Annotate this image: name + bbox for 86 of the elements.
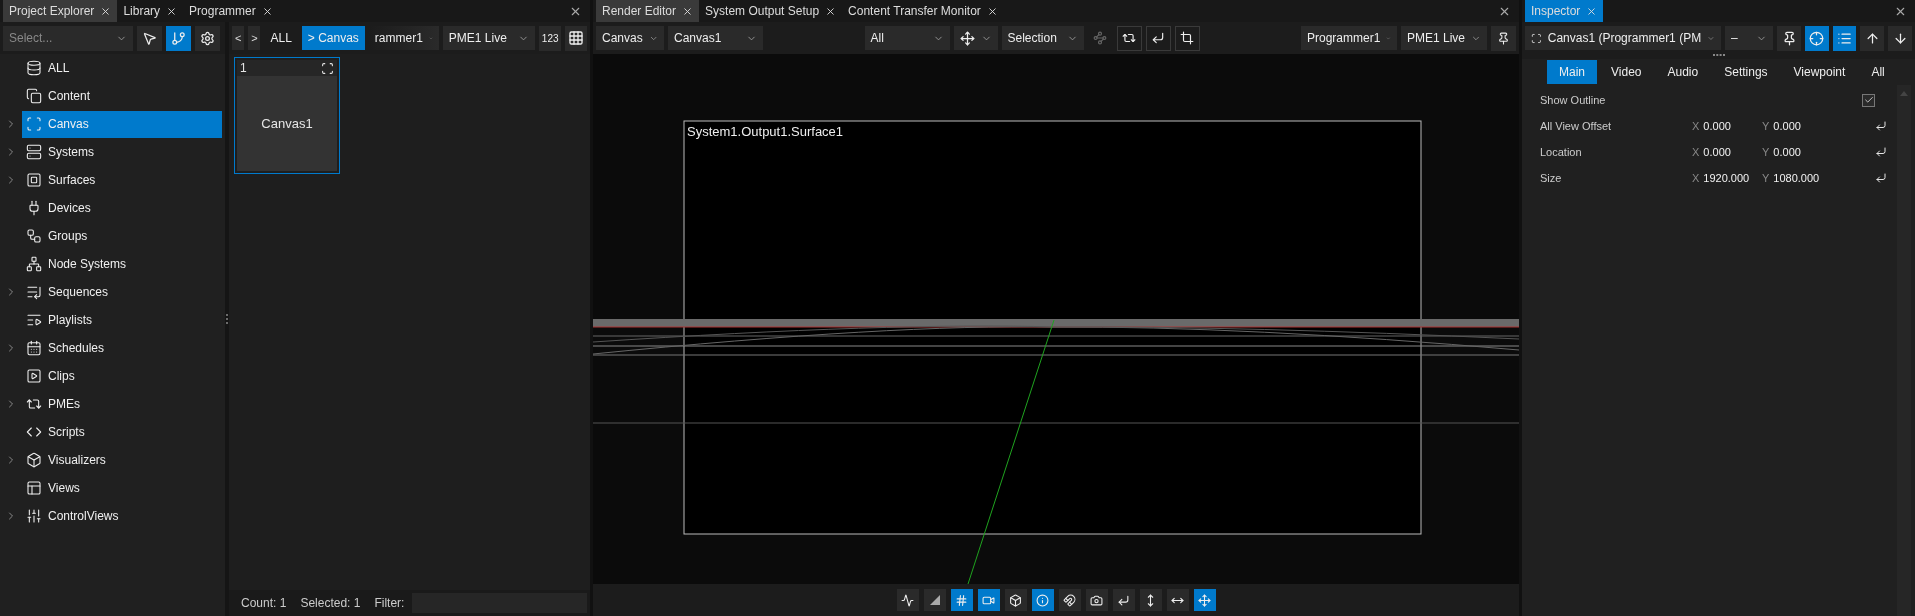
sidebar-item-label: Content xyxy=(48,89,91,103)
sub-tab[interactable]: All xyxy=(1859,60,1897,84)
sidebar-item-label: Systems xyxy=(48,145,94,159)
selected-count-text: Selected: 1 xyxy=(300,596,361,610)
property-value[interactable]: 0.000 xyxy=(1773,146,1801,158)
dropdown[interactable]: Programmer1 xyxy=(1301,26,1397,50)
mode-dropdown[interactable]: – xyxy=(1725,26,1774,50)
sidebar-item-label: Playlists xyxy=(48,313,92,327)
sidebar-item-label: Groups xyxy=(48,229,88,243)
sidebar-item[interactable]: Devices xyxy=(22,194,222,222)
dropdown[interactable]: Canvas1 xyxy=(668,26,763,50)
tab[interactable]: Project Explorer xyxy=(3,0,118,22)
sidebar-item[interactable]: Visualizers xyxy=(22,446,222,474)
dropdown[interactable]: PME1 Live xyxy=(442,26,536,50)
tile-name: Canvas1 xyxy=(261,116,313,131)
sidebar-item[interactable]: Canvas xyxy=(22,110,222,138)
sidebar-item[interactable]: Scripts xyxy=(22,418,222,446)
select-dropdown[interactable]: Select... xyxy=(3,25,133,51)
sidebar-item-label: Scripts xyxy=(48,425,85,439)
tab[interactable]: Content Transfer Monitor xyxy=(842,0,1004,22)
object-dropdown[interactable]: Canvas1 (Programmer1 (PM xyxy=(1525,26,1721,50)
tab[interactable]: System Output Setup xyxy=(699,0,843,22)
property-value[interactable]: 0.000 xyxy=(1703,120,1731,132)
viewport[interactable]: System1.Output1.Surface1 xyxy=(593,54,1519,584)
sidebar-item[interactable]: Views xyxy=(22,474,222,502)
sub-tab[interactable]: Viewpoint xyxy=(1781,60,1858,84)
tab[interactable]: Programmer xyxy=(183,0,279,22)
tab[interactable]: Library xyxy=(117,0,184,22)
sidebar-item-label: PMEs xyxy=(48,397,80,411)
sidebar-item-label: Clips xyxy=(48,369,75,383)
property-value[interactable]: 0.000 xyxy=(1773,120,1801,132)
forward-button[interactable]: > xyxy=(248,26,261,50)
axis-label: Y xyxy=(1762,172,1770,184)
sidebar-item[interactable]: ALL xyxy=(22,54,222,82)
sidebar-item-label: Devices xyxy=(48,201,91,215)
sidebar-item-label: ControlViews xyxy=(48,509,119,523)
sidebar-item-label: Surfaces xyxy=(48,173,96,187)
count-text: Count: 1 xyxy=(241,596,287,610)
property-value[interactable]: 1080.000 xyxy=(1773,172,1820,184)
sidebar-item[interactable]: ControlViews xyxy=(22,502,222,530)
sidebar-item-label: Sequences xyxy=(48,285,109,299)
sub-tab[interactable]: Settings xyxy=(1712,60,1780,84)
sidebar-item-label: Node Systems xyxy=(48,257,127,271)
filter-dropdown[interactable]: All xyxy=(864,26,950,50)
axis-label: Y xyxy=(1762,146,1770,158)
sidebar-item[interactable]: Content xyxy=(22,82,222,110)
surface-label: System1.Output1.Surface1 xyxy=(687,124,844,139)
sidebar-item[interactable]: Systems xyxy=(22,138,222,166)
axis-label: Y xyxy=(1762,120,1770,132)
breadcrumb[interactable]: > Canvas xyxy=(301,26,365,50)
sidebar-item[interactable]: Schedules xyxy=(22,334,222,362)
property-value[interactable]: 0.000 xyxy=(1703,146,1731,158)
dropdown[interactable]: Canvas xyxy=(596,26,664,50)
sidebar-item[interactable]: Node Systems xyxy=(22,250,222,278)
sub-tab[interactable]: Audio xyxy=(1655,60,1711,84)
sidebar-item-label: Canvas xyxy=(48,117,89,131)
canvas-tile[interactable]: 1 Canvas1 xyxy=(234,57,340,174)
axis-label: X xyxy=(1692,146,1700,158)
axis-label: X xyxy=(1692,120,1700,132)
number-button[interactable]: 123 xyxy=(539,25,562,51)
sidebar-item-label: Views xyxy=(48,481,80,495)
sidebar-item-label: Schedules xyxy=(48,341,105,355)
property-label: Show Outline xyxy=(1540,94,1607,106)
selection-dropdown[interactable]: Selection xyxy=(1001,26,1084,50)
dropdown[interactable]: PME1 Live xyxy=(1401,26,1487,50)
breadcrumb[interactable]: ALL xyxy=(264,26,298,50)
sidebar-item[interactable]: Sequences xyxy=(22,278,222,306)
sub-tab[interactable]: Main xyxy=(1547,60,1597,84)
sidebar-item-label: Visualizers xyxy=(48,453,106,467)
property-label: All View Offset xyxy=(1540,120,1613,132)
sidebar-item[interactable]: Surfaces xyxy=(22,166,222,194)
sidebar-item[interactable]: Groups xyxy=(22,222,222,250)
property-label: Size xyxy=(1540,172,1563,184)
object-name: Canvas1 (Programmer1 (PM xyxy=(1547,31,1702,45)
sub-tab[interactable]: Video xyxy=(1599,60,1654,84)
property-value[interactable]: 1920.000 xyxy=(1703,172,1750,184)
sidebar-item[interactable]: Clips xyxy=(22,362,222,390)
sidebar-item[interactable]: PMEs xyxy=(22,390,222,418)
tab[interactable]: Render Editor xyxy=(596,0,700,22)
back-button[interactable]: < xyxy=(232,26,245,50)
tile-number: 1 xyxy=(240,61,247,75)
sidebar-item-label: ALL xyxy=(48,61,70,75)
axis-label: X xyxy=(1692,172,1700,184)
property-label: Location xyxy=(1540,146,1583,158)
filter-label: Filter: xyxy=(374,596,405,610)
sidebar-item[interactable]: Playlists xyxy=(22,306,222,334)
